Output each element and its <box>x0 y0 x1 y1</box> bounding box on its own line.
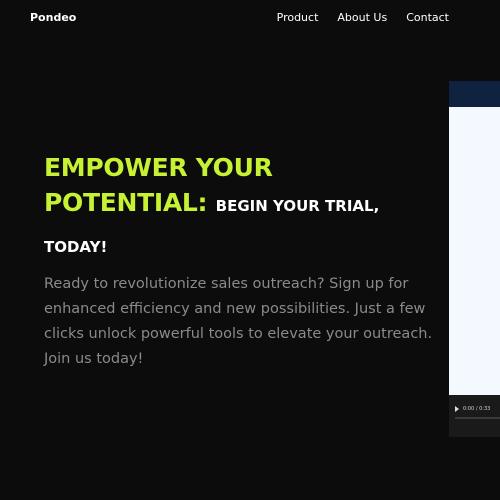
hero-headline-line-1: EMPOWER YOUR <box>44 153 273 182</box>
demo-video-player[interactable] <box>449 81 500 437</box>
nav-link-product[interactable]: Product <box>277 11 319 25</box>
nav-link-contact[interactable]: Contact <box>406 11 449 25</box>
video-controls: 0:00 / 0:33 <box>449 395 500 437</box>
landing-page: Pondeo Product About Us Contact EMPOWER … <box>0 0 500 500</box>
hero-description: Ready to revolutionize sales outreach? S… <box>44 276 433 367</box>
hero-headline-line-2: POTENTIAL: BEGIN YOUR TRIAL, <box>44 185 429 224</box>
hero-headline-line-3: TODAY! <box>44 238 108 256</box>
video-screen[interactable] <box>449 107 500 402</box>
top-nav: Product About Us Contact <box>277 11 449 25</box>
hero-headline-accent: POTENTIAL: <box>44 188 208 217</box>
play-icon[interactable] <box>455 406 459 412</box>
hero-section: EMPOWER YOUR POTENTIAL: BEGIN YOUR TRIAL… <box>44 150 432 387</box>
brand-logo[interactable]: Pondeo <box>30 11 76 25</box>
video-seek-bar[interactable] <box>455 417 500 419</box>
hero-headline-rest: BEGIN YOUR TRIAL, <box>215 197 380 215</box>
nav-link-about-us[interactable]: About Us <box>337 11 387 25</box>
video-time: 0:00 / 0:33 <box>463 406 491 412</box>
